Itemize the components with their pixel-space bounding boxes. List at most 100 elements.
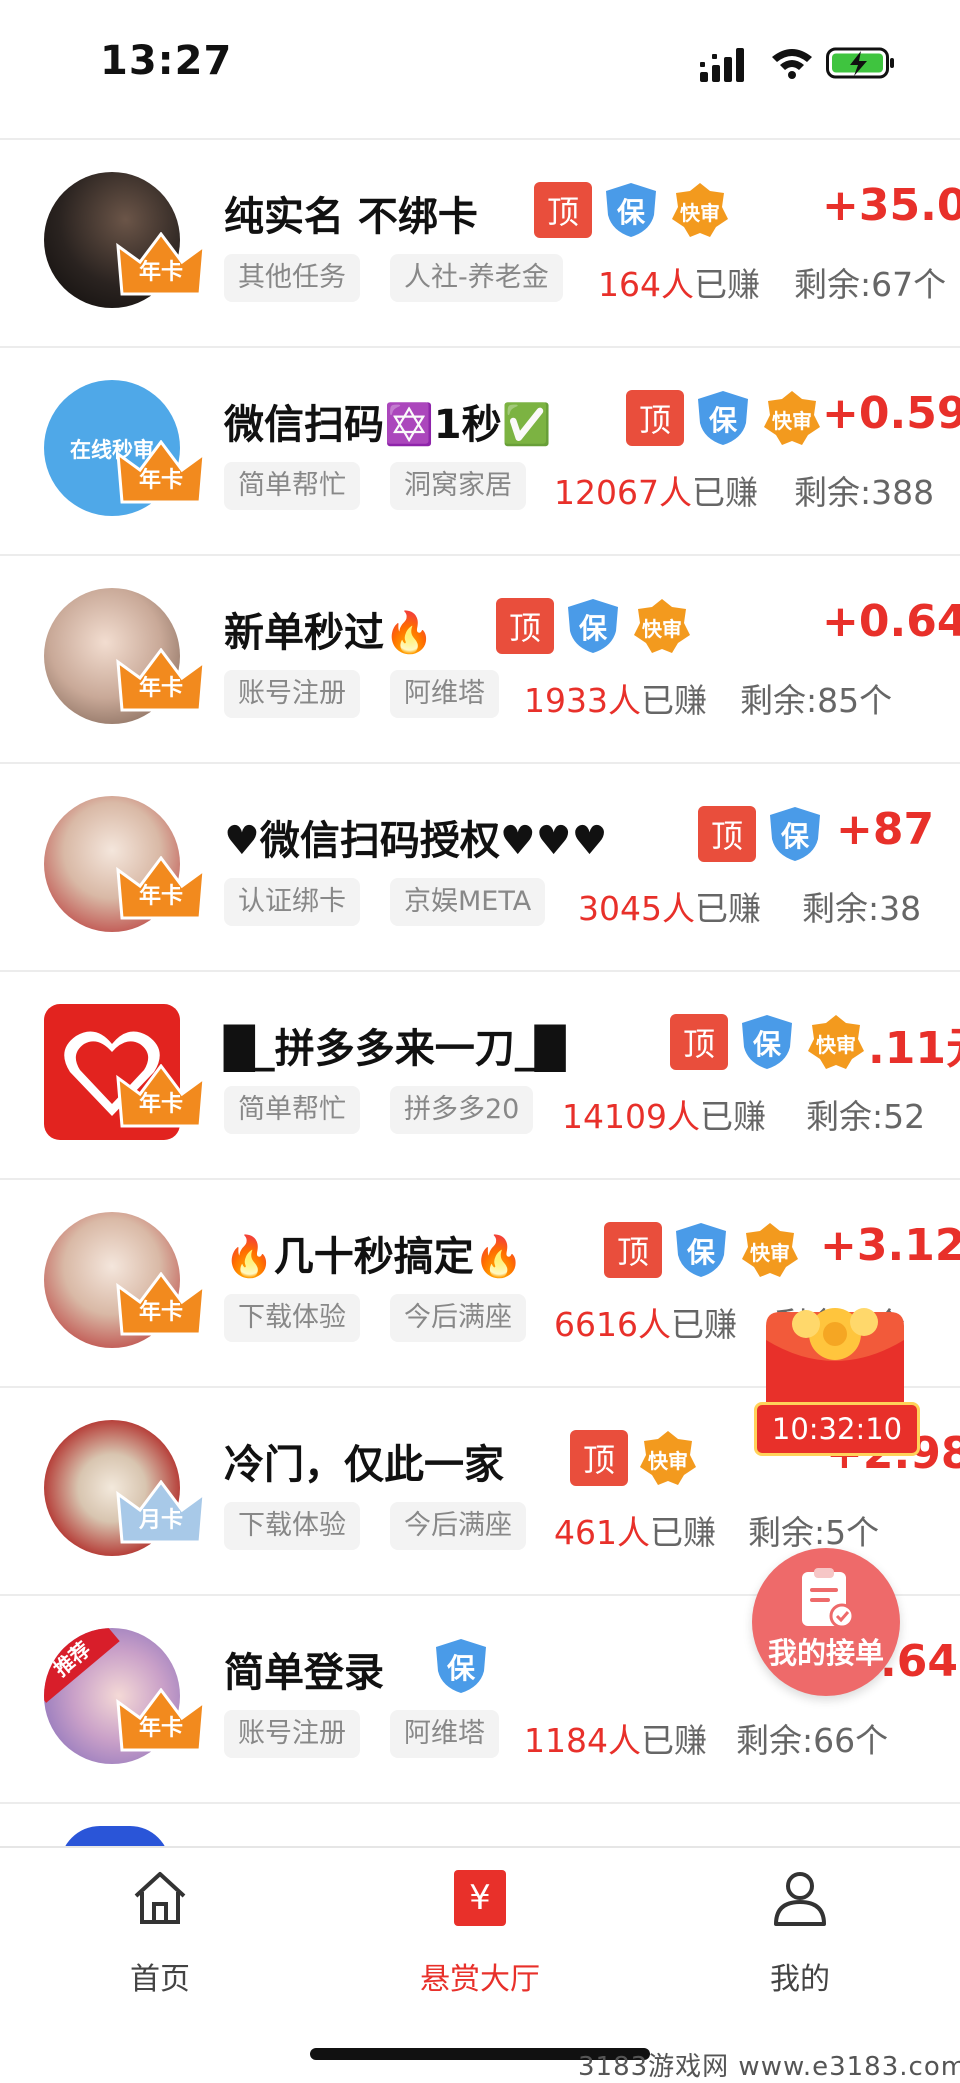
fast-review-badge-icon: 快审 [638,1429,698,1487]
guarantee-shield-icon: 保 [738,1013,796,1071]
task-price: +3.12 [820,1220,960,1271]
crown-badge: 年卡 [116,440,206,504]
task-row[interactable]: 年卡 █_拼多多来一刀_█ 顶 保 快审 .11元 简单帮忙 拼多多20 141… [0,972,960,1180]
task-badges: 顶 保 快审 [534,180,730,240]
task-price: +0.64 [822,596,960,647]
fast-review-badge-icon: 快审 [632,597,692,655]
task-badges: 顶 快审 [570,1428,698,1488]
task-remaining: 剩余:67个 [794,265,947,304]
task-tag: 洞窝家居 [390,462,526,510]
task-tag: 下载体验 [224,1502,360,1550]
status-time: 13:27 [100,38,233,84]
watermark: 3183游戏网 www.e3183.com [578,2052,960,2082]
task-badges: 顶 保 快审 [496,596,692,656]
task-title: 纯实名 不绑卡 [224,194,478,240]
top-badge: 顶 [534,182,592,238]
guarantee-shield-icon: 保 [602,181,660,239]
task-badges: 顶 保 快审 [670,1012,866,1072]
task-tag: 账号注册 [224,1710,360,1758]
clipboard-check-icon [802,1568,855,1628]
task-tag: 京娱META [390,878,546,926]
task-tag: 下载体验 [224,1294,360,1342]
crown-badge: 年卡 [116,1272,206,1336]
my-orders-label: 我的接单 [767,1636,884,1670]
task-earned: 1933人已赚 [524,681,707,720]
task-remaining: 剩余:85个 [740,681,893,720]
task-earned: 12067人已赚 [554,473,758,512]
task-tag: 认证绑卡 [224,878,360,926]
tab-reward-hall[interactable]: ¥ 悬赏大厅 [380,1868,580,1997]
task-earned: 6616人已赚 [554,1305,737,1344]
fast-review-badge-icon: 快审 [740,1221,800,1279]
cellular-signal-icon [700,48,744,82]
task-remaining: 剩余:388 [794,473,935,512]
task-title: 微信扫码✡️1秒✅ [224,402,552,448]
fast-review-badge-icon: 快审 [762,389,822,447]
crown-badge: 年卡 [116,856,206,920]
task-row[interactable]: 年卡 ♥微信扫码授权♥♥♥ 顶 保 +87 认证绑卡 京娱META 3045人已… [0,764,960,972]
wifi-icon [772,49,812,79]
task-badges: 顶 保 快审 [626,388,822,448]
task-badges: 保 [432,1636,490,1696]
status-bar: 13:27 [0,0,960,120]
task-price: +87 [836,804,935,855]
top-badge: 顶 [670,1014,728,1070]
top-badge: 顶 [570,1430,628,1486]
task-earned: 164人已赚 [598,265,760,304]
task-row[interactable]: 年卡 新单秒过🔥 顶 保 快审 +0.64 账号注册 阿维塔 1933人已赚 剩… [0,556,960,764]
task-tag: 人社-养老金 [390,254,563,302]
crown-badge: 年卡 [116,1688,206,1752]
task-tag: 今后满座 [390,1502,526,1550]
task-price: +0.59 [822,388,960,439]
task-price: +35.0 [822,180,960,231]
task-tag: 阿维塔 [390,670,499,718]
task-remaining: 剩余:5个 [748,1513,880,1552]
task-title: 简单登录 [224,1650,384,1696]
task-title: █_拼多多来一刀_█ [224,1026,566,1072]
user-icon [774,1872,826,1926]
task-remaining: 剩余:52 [806,1097,926,1136]
task-tag: 今后满座 [390,1294,526,1342]
task-earned: 461人已赚 [554,1513,716,1552]
fast-review-badge-icon: 快审 [670,181,730,239]
home-icon [134,1872,186,1924]
fast-review-badge-icon: 快审 [806,1013,866,1071]
task-price: .11元 [868,1023,960,1074]
task-row[interactable]: 年卡 纯实名 不绑卡 顶 保 快审 +35.0 其他任务 人社-养老金 164人… [0,140,960,348]
task-tag: 账号注册 [224,670,360,718]
guarantee-shield-icon: 保 [564,597,622,655]
task-badges: 顶 保 快审 [604,1220,800,1280]
countdown-timer[interactable]: 10:32:10 [754,1402,920,1456]
crown-badge: 年卡 [116,1064,206,1128]
task-badges: 顶 保 [698,804,824,864]
top-badge: 顶 [698,806,756,862]
crown-badge: 年卡 [116,648,206,712]
task-remaining: 剩余:66个 [736,1721,889,1760]
task-row[interactable]: 在线秒审 年卡 微信扫码✡️1秒✅ 顶 保 快审 +0.59 简单帮忙 洞窝家居… [0,348,960,556]
top-badge: 顶 [604,1222,662,1278]
task-earned: 14109人已赚 [562,1097,766,1136]
task-remaining: 剩余:38 [802,889,922,928]
guarantee-shield-icon: 保 [766,805,824,863]
guarantee-shield-icon: 保 [694,389,752,447]
tab-home[interactable]: 首页 [60,1868,260,1997]
task-earned: 3045人已赚 [578,889,761,928]
top-badge: 顶 [626,390,684,446]
crown-badge: 月卡 [116,1480,206,1544]
top-badge: 顶 [496,598,554,654]
task-tag: 简单帮忙 [224,462,360,510]
task-tag: 其他任务 [224,254,360,302]
tab-mine[interactable]: 我的 [700,1868,900,1997]
task-tag: 简单帮忙 [224,1086,360,1134]
my-orders-button[interactable]: 我的接单 [752,1548,900,1696]
crown-badge: 年卡 [116,232,206,296]
yen-tag-icon: ¥ [454,1870,506,1926]
task-title: 🔥几十秒搞定🔥 [224,1234,524,1280]
task-tag: 阿维塔 [390,1710,499,1758]
task-title: 新单秒过🔥 [224,610,434,656]
guarantee-shield-icon: 保 [432,1637,490,1695]
task-title: 冷门，仅此一家 [224,1442,504,1488]
task-title: ♥微信扫码授权♥♥♥ [224,818,608,864]
battery-charging-icon [826,47,894,79]
task-earned: 1184人已赚 [524,1721,707,1760]
